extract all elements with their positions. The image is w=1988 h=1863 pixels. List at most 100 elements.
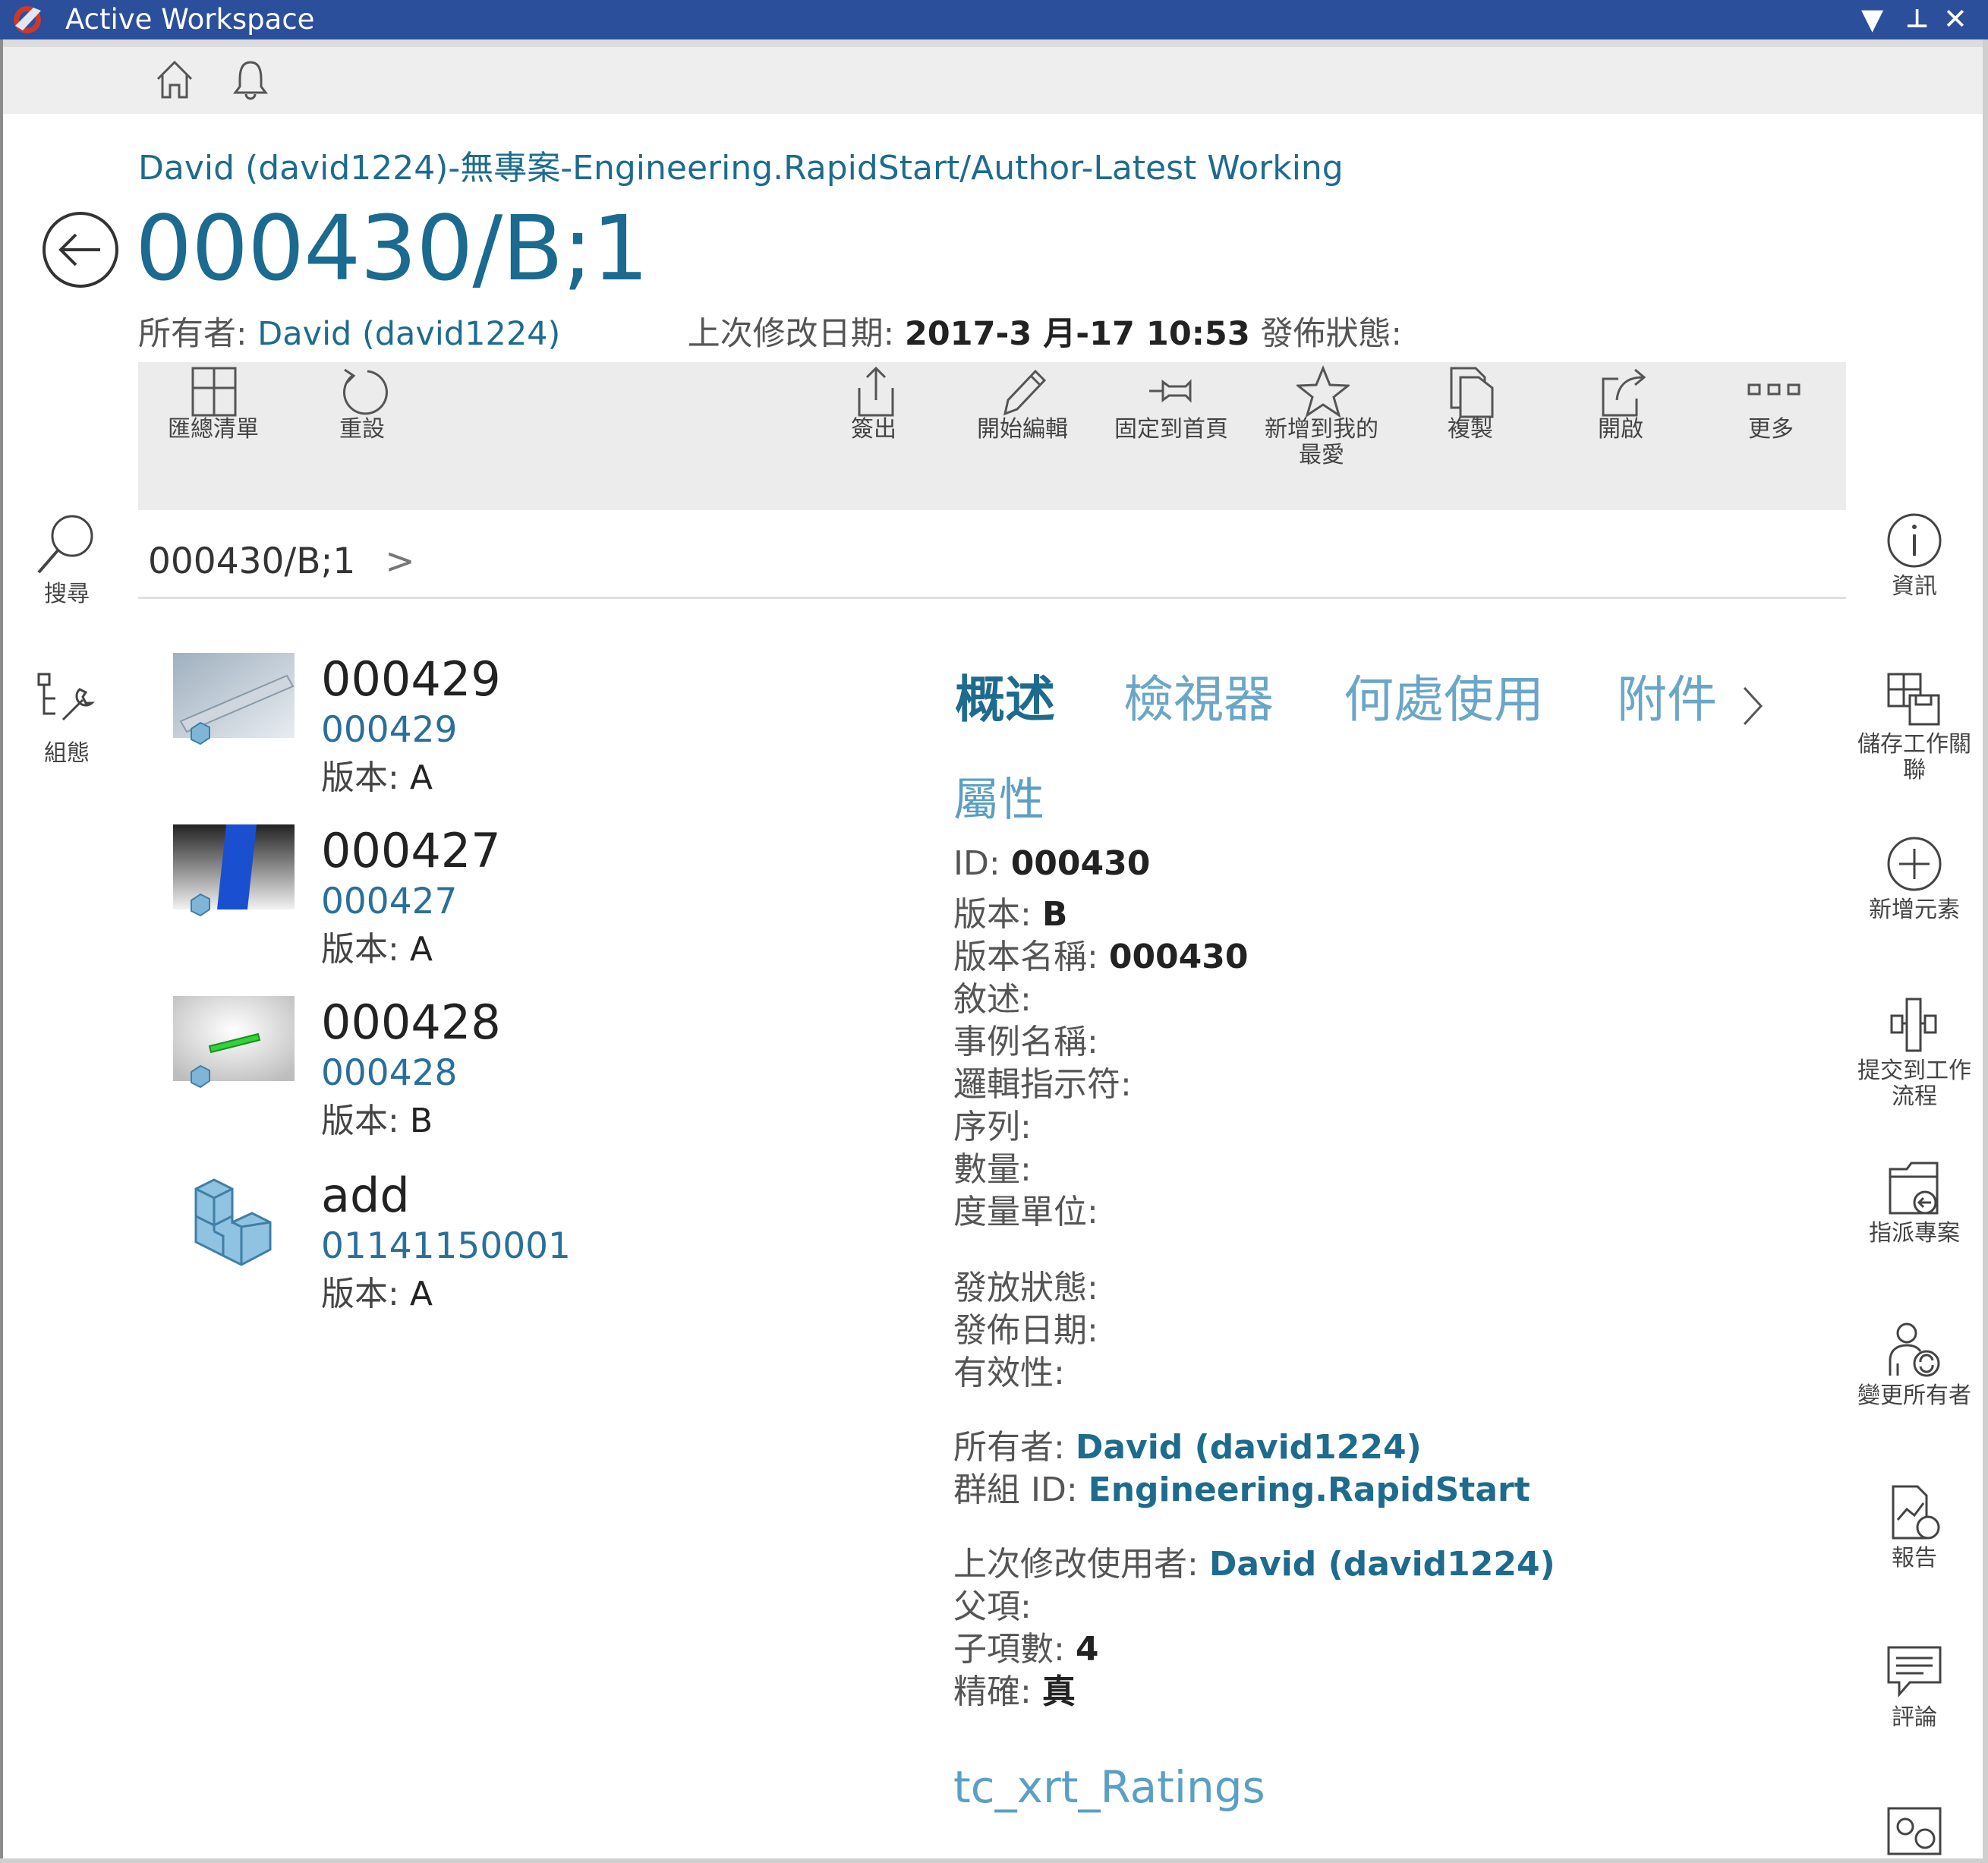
info-nav-button[interactable]: 資訊: [1854, 510, 1975, 600]
last-modifier-link[interactable]: David (david1224): [1209, 1545, 1555, 1584]
item-revision: 版本: B: [321, 1102, 433, 1140]
item-id-link[interactable]: 01141150001: [321, 1225, 571, 1267]
search-icon: [37, 515, 93, 574]
content-breadcrumb[interactable]: 000430/B;1 >: [148, 541, 415, 582]
frame-border: [0, 1858, 1988, 1863]
item-type-icon: [194, 1178, 272, 1266]
owner-link[interactable]: David (david1224): [257, 315, 560, 353]
save-context-icon: [1887, 673, 1940, 726]
configuration-icon: [37, 673, 95, 721]
app-logo-icon: [14, 6, 41, 33]
summary-list-icon: [191, 367, 237, 417]
property-row: 發放狀態:: [953, 1269, 1098, 1307]
copy-button[interactable]: 複製: [1413, 362, 1527, 499]
property-row: 子項數: 4: [953, 1630, 1099, 1669]
tab-viewer[interactable]: 檢視器: [1123, 659, 1274, 732]
close-icon[interactable]: ✕: [1943, 2, 1968, 36]
group-link[interactable]: Engineering.RapidStart: [1089, 1471, 1530, 1509]
assign-project-icon: [1889, 1162, 1939, 1215]
start-edit-button[interactable]: 開始編輯: [966, 362, 1079, 499]
back-arrow-icon[interactable]: [39, 209, 121, 291]
configuration-nav-button[interactable]: 組態: [6, 670, 128, 767]
edit-icon: [1003, 369, 1047, 416]
item-id-link[interactable]: 000427: [321, 881, 457, 922]
item-revision: 版本: A: [321, 930, 433, 969]
property-row: 父項:: [953, 1587, 1032, 1626]
checkout-icon: [858, 366, 894, 417]
more-icon: [1747, 383, 1801, 396]
property-row: 數量:: [953, 1150, 1032, 1189]
home-icon[interactable]: [153, 58, 196, 102]
tab-where-used[interactable]: 何處使用: [1344, 659, 1544, 732]
open-icon: [1602, 368, 1646, 417]
settings-icon: [1887, 1807, 1942, 1855]
page-title: 000430/B;1: [135, 196, 649, 301]
list-item[interactable]: add 01141150001 版本: A: [173, 1169, 750, 1321]
global-toolbar: [3, 47, 1983, 114]
list-item[interactable]: 000429 000429 版本: A: [173, 653, 750, 805]
property-row: 群組 ID: Engineering.RapidStart: [953, 1471, 1530, 1509]
property-row: 事例名稱:: [953, 1023, 1098, 1061]
item-id-link[interactable]: 000429: [321, 709, 457, 751]
copy-icon: [1450, 367, 1494, 418]
reset-button[interactable]: 重設: [305, 362, 419, 499]
chevron-right-icon[interactable]: >: [385, 541, 414, 582]
list-item[interactable]: 000428 000428 版本: B: [173, 996, 750, 1148]
property-row: 度量單位:: [953, 1193, 1098, 1231]
chevron-right-icon[interactable]: [1738, 683, 1766, 729]
comment-nav-button[interactable]: 評論: [1854, 1641, 1975, 1731]
dropdown-icon[interactable]: ▼: [1861, 2, 1883, 36]
item-name: add: [321, 1168, 410, 1223]
save-context-nav-button[interactable]: 儲存工作關聯: [1854, 668, 1975, 783]
checkout-button[interactable]: 簽出: [817, 362, 931, 499]
more-button[interactable]: 更多: [1714, 362, 1828, 499]
star-icon: [1296, 365, 1350, 418]
owner-link[interactable]: David (david1224): [1076, 1428, 1422, 1467]
change-owner-nav-button[interactable]: 變更所有者: [1854, 1319, 1975, 1409]
divider: [138, 597, 1846, 599]
release-status-label: 發佈狀態:: [1260, 315, 1402, 353]
reset-icon: [342, 368, 388, 415]
assign-project-nav-button[interactable]: 指派專案: [1854, 1157, 1975, 1247]
owner-label: 所有者:: [138, 315, 247, 353]
breadcrumb[interactable]: David (david1224)-無專案-Engineering.RapidS…: [138, 140, 1344, 189]
add-element-nav-button[interactable]: 新增元素: [1854, 834, 1975, 923]
part-thumbnail: [173, 824, 295, 917]
summary-list-button[interactable]: 匯總清單: [156, 362, 270, 499]
section-title: 屬性: [953, 774, 1044, 827]
tab-overview[interactable]: 概述: [955, 659, 1055, 732]
search-nav-button[interactable]: 搜尋: [6, 510, 128, 607]
pin-icon: [1149, 379, 1192, 403]
window-title: Active Workspace: [65, 3, 315, 36]
pin-to-home-button[interactable]: 固定到首頁: [1114, 362, 1228, 499]
property-row: 上次修改使用者: David (david1224): [953, 1545, 1555, 1584]
part-thumbnail: [173, 653, 295, 746]
property-row: 精確: 真: [953, 1672, 1076, 1711]
more-nav-button[interactable]: [1854, 1802, 1975, 1858]
workflow-icon: [1890, 998, 1937, 1052]
list-item[interactable]: 000427 000427 版本: A: [173, 824, 750, 976]
submit-workflow-nav-button[interactable]: 提交到工作流程: [1854, 995, 1975, 1110]
item-name: 000428: [321, 995, 501, 1050]
pin-window-icon[interactable]: ⊥: [1905, 2, 1929, 36]
property-row: 所有者: David (david1224): [953, 1428, 1422, 1467]
property-row: 版本: B: [953, 895, 1068, 934]
item-name: 000429: [321, 651, 501, 707]
property-row: 序列:: [953, 1108, 1032, 1146]
item-revision: 版本: A: [321, 1275, 433, 1313]
frame-border: [0, 39, 3, 1863]
header-meta: 所有者: David (david1224) 上次修改日期: 2017-3 月-…: [138, 307, 1402, 355]
property-row: 發佈日期:: [953, 1311, 1098, 1350]
title-bar: Active Workspace ▼ ⊥ ✕: [0, 0, 1988, 39]
bell-icon[interactable]: [229, 58, 272, 102]
add-to-favorites-button[interactable]: 新增到我的最愛: [1265, 362, 1378, 499]
frame-border: [1983, 39, 1988, 1863]
report-nav-button[interactable]: 報告: [1854, 1482, 1975, 1571]
property-row: 邏輯指示符:: [953, 1065, 1132, 1104]
divider: [3, 39, 1983, 47]
item-id-link[interactable]: 000428: [321, 1052, 457, 1094]
tab-attachments[interactable]: 附件: [1617, 659, 1717, 732]
open-button[interactable]: 開啟: [1564, 362, 1678, 499]
change-owner-icon: [1889, 1322, 1940, 1377]
item-name: 000427: [321, 823, 501, 878]
